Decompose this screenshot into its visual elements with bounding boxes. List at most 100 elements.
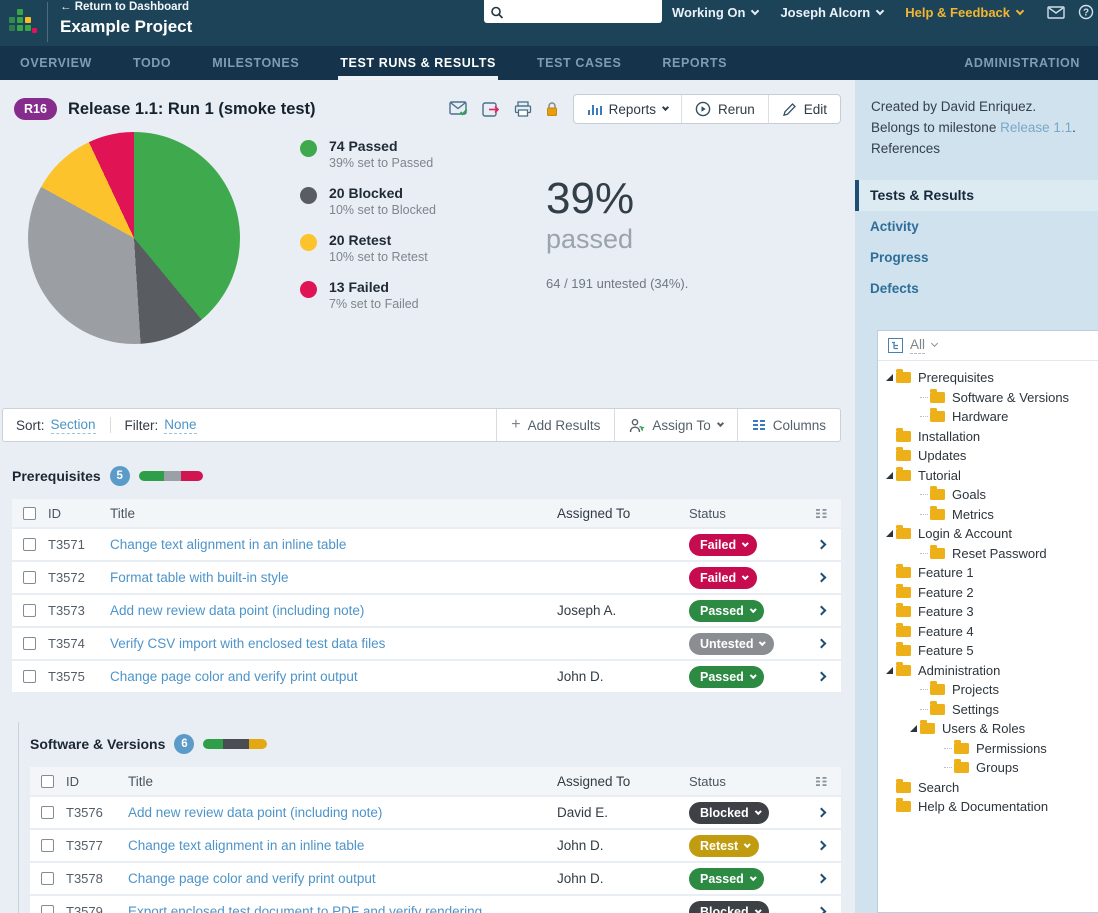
status-dropdown[interactable]: Passed — [689, 665, 765, 688]
open-test-chevron[interactable] — [816, 638, 826, 649]
row-checkbox[interactable] — [23, 637, 36, 650]
tree-item-feature-5[interactable]: Feature 5 — [883, 641, 1098, 661]
lock-icon[interactable] — [545, 101, 559, 117]
row-checkbox[interactable] — [23, 604, 36, 617]
tree-item-prerequisites[interactable]: Prerequisites — [883, 368, 1098, 388]
test-title-link[interactable]: Add new review data point (including not… — [110, 603, 364, 618]
tree-item-reset-password[interactable]: Reset Password — [883, 543, 1098, 563]
tab-test-cases[interactable]: TEST CASES — [535, 46, 624, 80]
open-test-chevron[interactable] — [816, 807, 826, 818]
tree-item-groups[interactable]: Groups — [883, 758, 1098, 778]
print-icon[interactable] — [514, 101, 532, 117]
testrail-logo-icon[interactable] — [8, 8, 40, 38]
tree-item-settings[interactable]: Settings — [883, 699, 1098, 719]
tree-item-goals[interactable]: Goals — [883, 485, 1098, 505]
tree-item-metrics[interactable]: Metrics — [883, 504, 1098, 524]
open-test-chevron[interactable] — [816, 671, 826, 682]
expanded-arrow-icon[interactable] — [886, 530, 893, 538]
status-dropdown[interactable]: Failed — [689, 566, 757, 589]
status-dropdown[interactable]: Blocked — [689, 801, 770, 824]
row-checkbox[interactable] — [41, 905, 54, 913]
milestone-link[interactable]: Release 1.1 — [1000, 120, 1072, 135]
select-all-checkbox[interactable] — [23, 506, 36, 520]
test-title-link[interactable]: Add new review data point (including not… — [128, 805, 382, 820]
row-checkbox[interactable] — [23, 670, 36, 683]
tree-item-projects[interactable]: Projects — [883, 680, 1098, 700]
assign-to-button[interactable]: Assign To — [614, 409, 736, 441]
open-test-chevron[interactable] — [816, 605, 826, 616]
status-dropdown[interactable]: Retest — [689, 834, 759, 857]
tree-item-users-roles[interactable]: Users & Roles — [883, 719, 1098, 739]
row-checkbox[interactable] — [23, 538, 36, 551]
expanded-arrow-icon[interactable] — [886, 471, 893, 479]
row-checkbox[interactable] — [41, 872, 54, 885]
email-results-icon[interactable] — [448, 101, 469, 117]
tree-item-feature-3[interactable]: Feature 3 — [883, 602, 1098, 622]
test-title-link[interactable]: Change text alignment in an inline table — [110, 537, 346, 552]
rerun-button[interactable]: Rerun — [680, 95, 768, 123]
status-dropdown[interactable]: Passed — [689, 867, 765, 890]
tree-item-updates[interactable]: Updates — [883, 446, 1098, 466]
open-test-chevron[interactable] — [816, 539, 826, 550]
columns-config-icon[interactable] — [801, 776, 841, 787]
mail-icon[interactable] — [1047, 5, 1065, 19]
tab-milestones[interactable]: MILESTONES — [210, 46, 301, 80]
expanded-arrow-icon[interactable] — [910, 725, 917, 733]
edit-button[interactable]: Edit — [767, 95, 840, 123]
tree-item-help-documentation[interactable]: Help & Documentation — [883, 797, 1098, 817]
tree-item-feature-4[interactable]: Feature 4 — [883, 621, 1098, 641]
tree-item-login-account[interactable]: Login & Account — [883, 524, 1098, 544]
tab-administration[interactable]: ADMINISTRATION — [962, 46, 1082, 80]
status-dropdown[interactable]: Failed — [689, 533, 757, 556]
row-checkbox[interactable] — [23, 571, 36, 584]
status-dropdown[interactable]: Blocked — [689, 900, 770, 913]
test-title-link[interactable]: Format table with built-in style — [110, 570, 289, 585]
expanded-arrow-icon[interactable] — [886, 666, 893, 674]
filter-value-link[interactable]: None — [164, 417, 197, 434]
reports-button[interactable]: Reports — [574, 95, 681, 123]
test-title-link[interactable]: Verify CSV import with enclosed test dat… — [110, 636, 385, 651]
test-title-link[interactable]: Change page color and verify print outpu… — [110, 669, 358, 684]
test-title-link[interactable]: Export enclosed test document to PDF and… — [128, 904, 482, 913]
tree-item-installation[interactable]: Installation — [883, 426, 1098, 446]
open-test-chevron[interactable] — [816, 873, 826, 884]
open-test-chevron[interactable] — [816, 840, 826, 851]
tree-item-administration[interactable]: Administration — [883, 660, 1098, 680]
tab-test-runs-results[interactable]: TEST RUNS & RESULTS — [338, 46, 498, 80]
user-menu-dropdown[interactable]: Joseph Alcorn — [780, 5, 885, 20]
sort-value-link[interactable]: Section — [50, 417, 96, 434]
row-checkbox[interactable] — [41, 806, 54, 819]
test-title-link[interactable]: Change text alignment in an inline table — [128, 838, 364, 853]
tree-item-search[interactable]: Search — [883, 777, 1098, 797]
help-feedback-dropdown[interactable]: Help & Feedback — [905, 5, 1025, 20]
tree-item-permissions[interactable]: Permissions — [883, 738, 1098, 758]
add-results-button[interactable]: + Add Results — [496, 409, 614, 441]
open-test-chevron[interactable] — [816, 906, 826, 913]
expanded-arrow-icon[interactable] — [886, 374, 893, 382]
open-test-chevron[interactable] — [816, 572, 826, 583]
status-dropdown[interactable]: Passed — [689, 599, 765, 622]
test-title-link[interactable]: Change page color and verify print outpu… — [128, 871, 376, 886]
tree-item-hardware[interactable]: Hardware — [883, 407, 1098, 427]
tree-item-feature-2[interactable]: Feature 2 — [883, 582, 1098, 602]
export-icon[interactable] — [481, 101, 501, 117]
sidebar-item-progress[interactable]: Progress — [855, 242, 1098, 273]
row-checkbox[interactable] — [41, 839, 54, 852]
tab-todo[interactable]: TODO — [131, 46, 173, 80]
columns-button[interactable]: Columns — [736, 409, 840, 441]
working-on-dropdown[interactable]: Working On — [672, 5, 760, 20]
search-input[interactable] — [508, 4, 656, 19]
sidebar-item-defects[interactable]: Defects — [855, 273, 1098, 304]
select-all-checkbox[interactable] — [41, 774, 54, 788]
tree-filter-dropdown[interactable]: All — [910, 337, 926, 354]
tree-item-software-versions[interactable]: Software & Versions — [883, 387, 1098, 407]
tree-item-feature-1[interactable]: Feature 1 — [883, 563, 1098, 583]
search-box[interactable] — [484, 0, 662, 23]
help-icon[interactable]: ? — [1078, 4, 1094, 20]
columns-config-icon[interactable] — [801, 508, 841, 519]
return-to-dashboard-link[interactable]: ← Return to Dashboard — [60, 1, 189, 13]
tab-reports[interactable]: REPORTS — [660, 46, 729, 80]
sidebar-item-tests-results[interactable]: Tests & Results — [855, 179, 1098, 211]
tree-item-tutorial[interactable]: Tutorial — [883, 465, 1098, 485]
tab-overview[interactable]: OVERVIEW — [18, 46, 94, 80]
